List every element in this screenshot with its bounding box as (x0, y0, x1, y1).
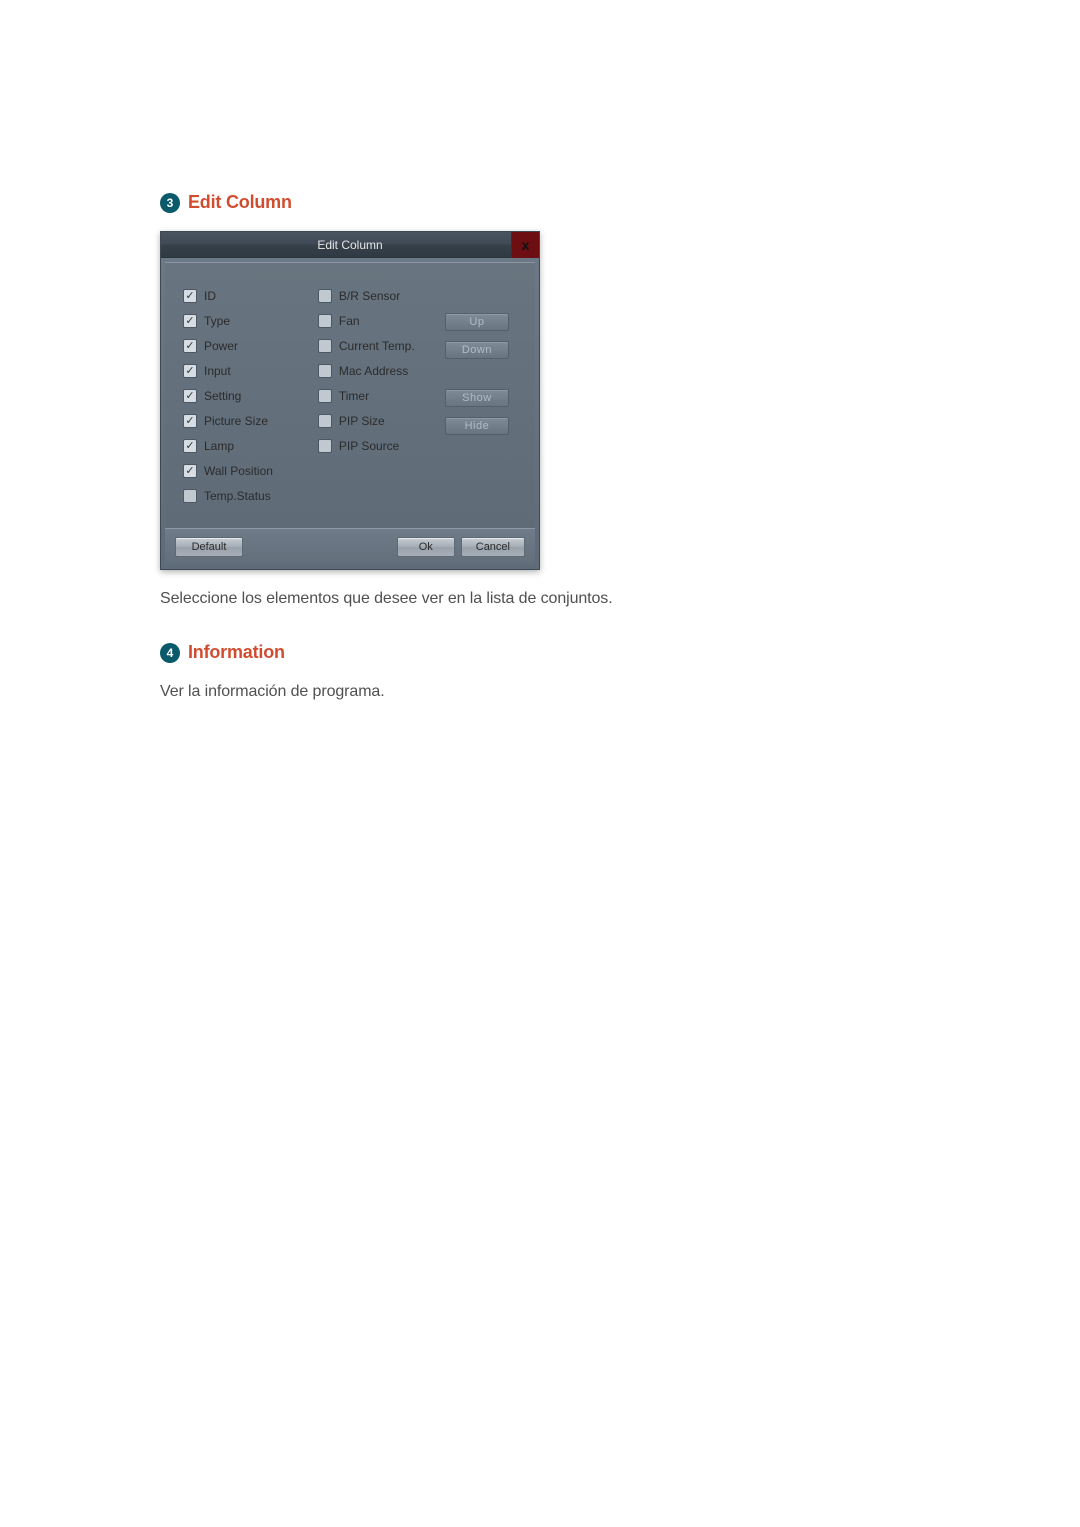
check-label: Temp.Status (204, 489, 271, 503)
check-row-timer[interactable]: ✓ Timer (318, 387, 435, 404)
check-label: Setting (204, 389, 241, 403)
check-label: ID (204, 289, 216, 303)
checkbox-icon[interactable]: ✓ (183, 489, 197, 503)
side-button-column: Up Down Show Hide (445, 313, 521, 504)
check-label: Timer (339, 389, 369, 403)
section-heading-edit-column: 3 Edit Column (160, 192, 920, 213)
check-label: B/R Sensor (339, 289, 400, 303)
checkbox-icon[interactable]: ✓ (183, 339, 197, 353)
checkbox-icon[interactable]: ✓ (318, 289, 332, 303)
section-heading-information: 4 Information (160, 642, 920, 663)
check-label: PIP Source (339, 439, 399, 453)
checkbox-icon[interactable]: ✓ (183, 289, 197, 303)
up-button[interactable]: Up (445, 313, 509, 331)
check-row-power[interactable]: ✓ Power (183, 337, 308, 354)
checkbox-icon[interactable]: ✓ (183, 414, 197, 428)
ok-button[interactable]: Ok (397, 537, 455, 557)
close-icon: x (522, 237, 530, 253)
dialog-footer: Default Ok Cancel (165, 528, 535, 565)
hide-button[interactable]: Hide (445, 417, 509, 435)
section-title-information: Information (188, 642, 285, 663)
cancel-button[interactable]: Cancel (461, 537, 525, 557)
close-button[interactable]: x (511, 232, 539, 258)
dialog-titlebar: Edit Column x (161, 232, 539, 258)
check-row-setting[interactable]: ✓ Setting (183, 387, 308, 404)
edit-column-dialog: Edit Column x ✓ ID ✓ Type (160, 231, 540, 570)
check-row-pip-source[interactable]: ✓ PIP Source (318, 437, 435, 454)
default-button[interactable]: Default (175, 537, 243, 557)
check-row-fan[interactable]: ✓ Fan (318, 312, 435, 329)
checkbox-icon[interactable]: ✓ (183, 464, 197, 478)
check-row-id[interactable]: ✓ ID (183, 287, 308, 304)
dialog-title: Edit Column (317, 238, 382, 252)
check-row-pip-size[interactable]: ✓ PIP Size (318, 412, 435, 429)
check-row-mac-address[interactable]: ✓ Mac Address (318, 362, 435, 379)
checkbox-icon[interactable]: ✓ (318, 314, 332, 328)
checkbox-icon[interactable]: ✓ (318, 389, 332, 403)
checklist-left: ✓ ID ✓ Type ✓ Power ✓ Input (183, 287, 308, 504)
check-row-type[interactable]: ✓ Type (183, 312, 308, 329)
check-label: Mac Address (339, 364, 408, 378)
check-label: Input (204, 364, 231, 378)
checkbox-icon[interactable]: ✓ (183, 364, 197, 378)
check-label: Wall Position (204, 464, 273, 478)
check-row-picture-size[interactable]: ✓ Picture Size (183, 412, 308, 429)
check-row-wall-position[interactable]: ✓ Wall Position (183, 462, 308, 479)
down-button[interactable]: Down (445, 341, 509, 359)
checkbox-icon[interactable]: ✓ (318, 414, 332, 428)
check-row-temp-status[interactable]: ✓ Temp.Status (183, 487, 308, 504)
check-label: Power (204, 339, 238, 353)
check-label: Fan (339, 314, 360, 328)
checkbox-icon[interactable]: ✓ (183, 314, 197, 328)
checkbox-icon[interactable]: ✓ (183, 439, 197, 453)
check-label: Type (204, 314, 230, 328)
check-label: Current Temp. (339, 339, 415, 353)
check-label: PIP Size (339, 414, 385, 428)
section-title-edit-column: Edit Column (188, 192, 292, 213)
information-text: Ver la información de programa. (160, 683, 920, 701)
badge-4-icon: 4 (160, 643, 180, 663)
checkbox-icon[interactable]: ✓ (318, 339, 332, 353)
check-row-br-sensor[interactable]: ✓ B/R Sensor (318, 287, 435, 304)
check-row-lamp[interactable]: ✓ Lamp (183, 437, 308, 454)
check-label: Lamp (204, 439, 234, 453)
check-row-input[interactable]: ✓ Input (183, 362, 308, 379)
checklist-mid: ✓ B/R Sensor ✓ Fan ✓ Current Temp. ✓ Mac… (318, 287, 435, 504)
check-label: Picture Size (204, 414, 268, 428)
checkbox-icon[interactable]: ✓ (318, 439, 332, 453)
check-row-current-temp[interactable]: ✓ Current Temp. (318, 337, 435, 354)
checkbox-icon[interactable]: ✓ (318, 364, 332, 378)
badge-3-icon: 3 (160, 193, 180, 213)
edit-column-caption: Seleccione los elementos que desee ver e… (160, 590, 920, 608)
show-button[interactable]: Show (445, 389, 509, 407)
checkbox-icon[interactable]: ✓ (183, 389, 197, 403)
